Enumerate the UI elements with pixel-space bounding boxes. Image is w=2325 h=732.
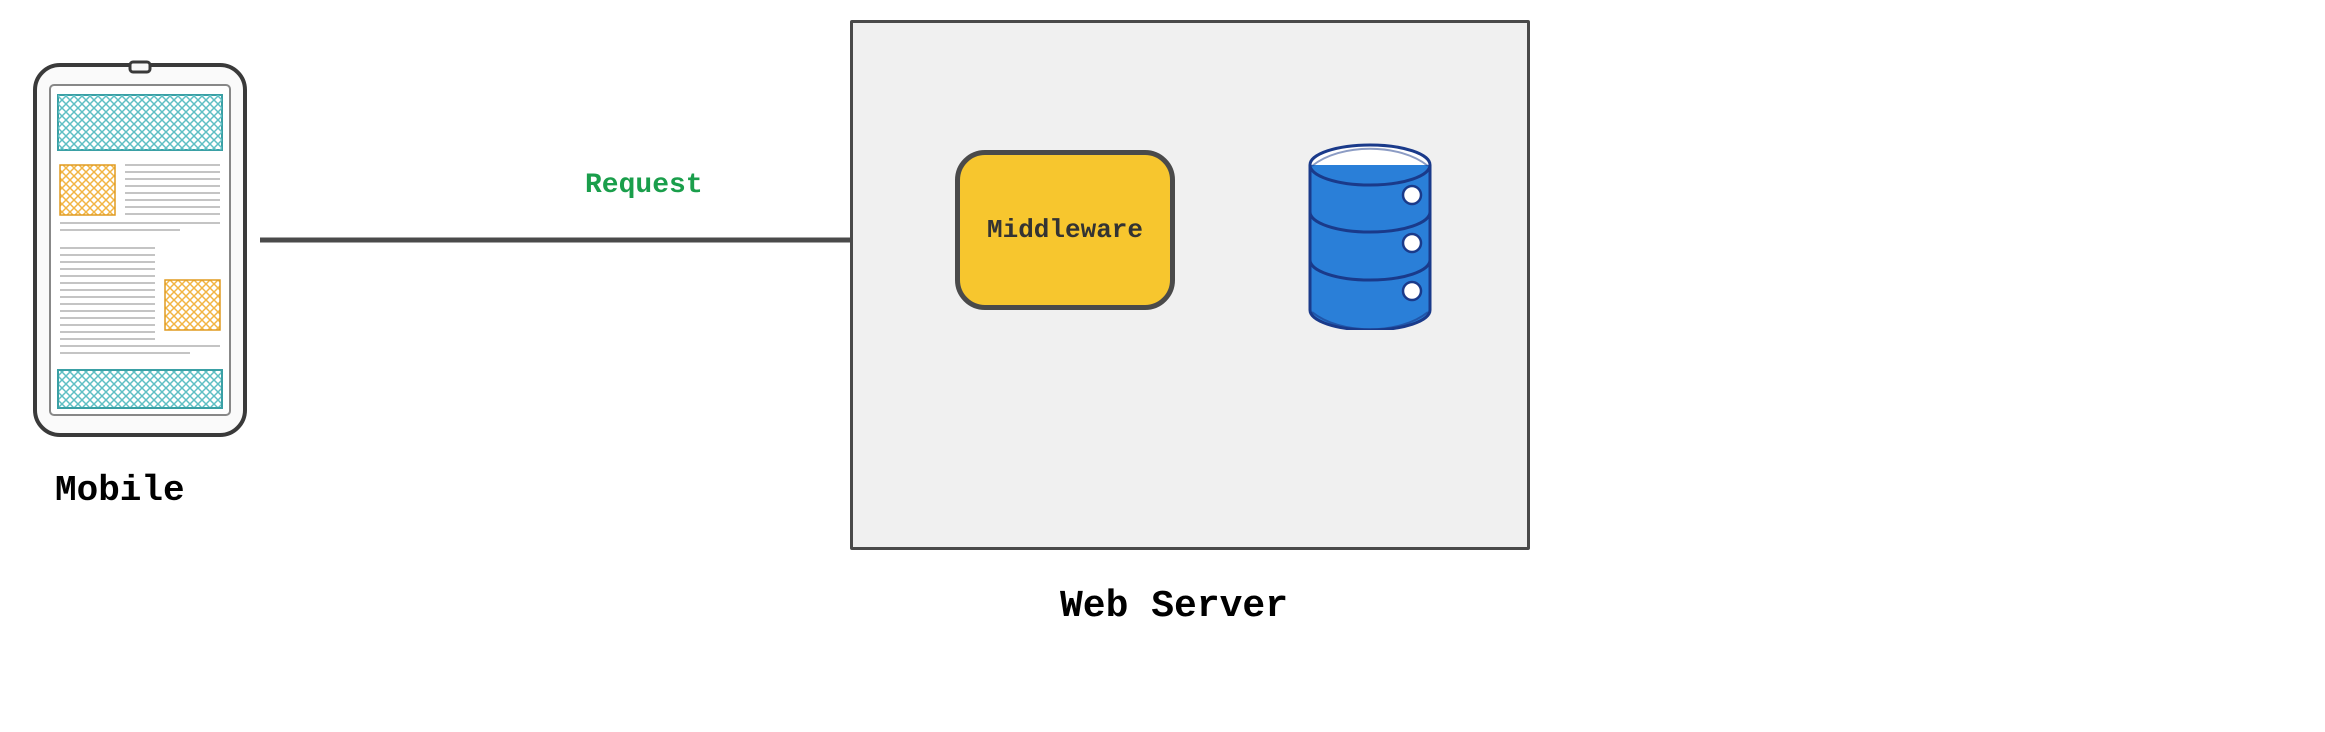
middleware-label: Middleware [987, 215, 1143, 245]
request-arrow-icon [260, 225, 950, 255]
mobile-header-banner [58, 95, 222, 150]
mobile-label: Mobile [55, 470, 185, 511]
middleware-box: Middleware [955, 150, 1175, 310]
mobile-device-icon [30, 60, 250, 440]
database-icon [1300, 140, 1440, 330]
request-label: Request [585, 170, 703, 201]
webserver-label: Web Server [1060, 585, 1288, 628]
mobile-footer-banner [58, 370, 222, 408]
